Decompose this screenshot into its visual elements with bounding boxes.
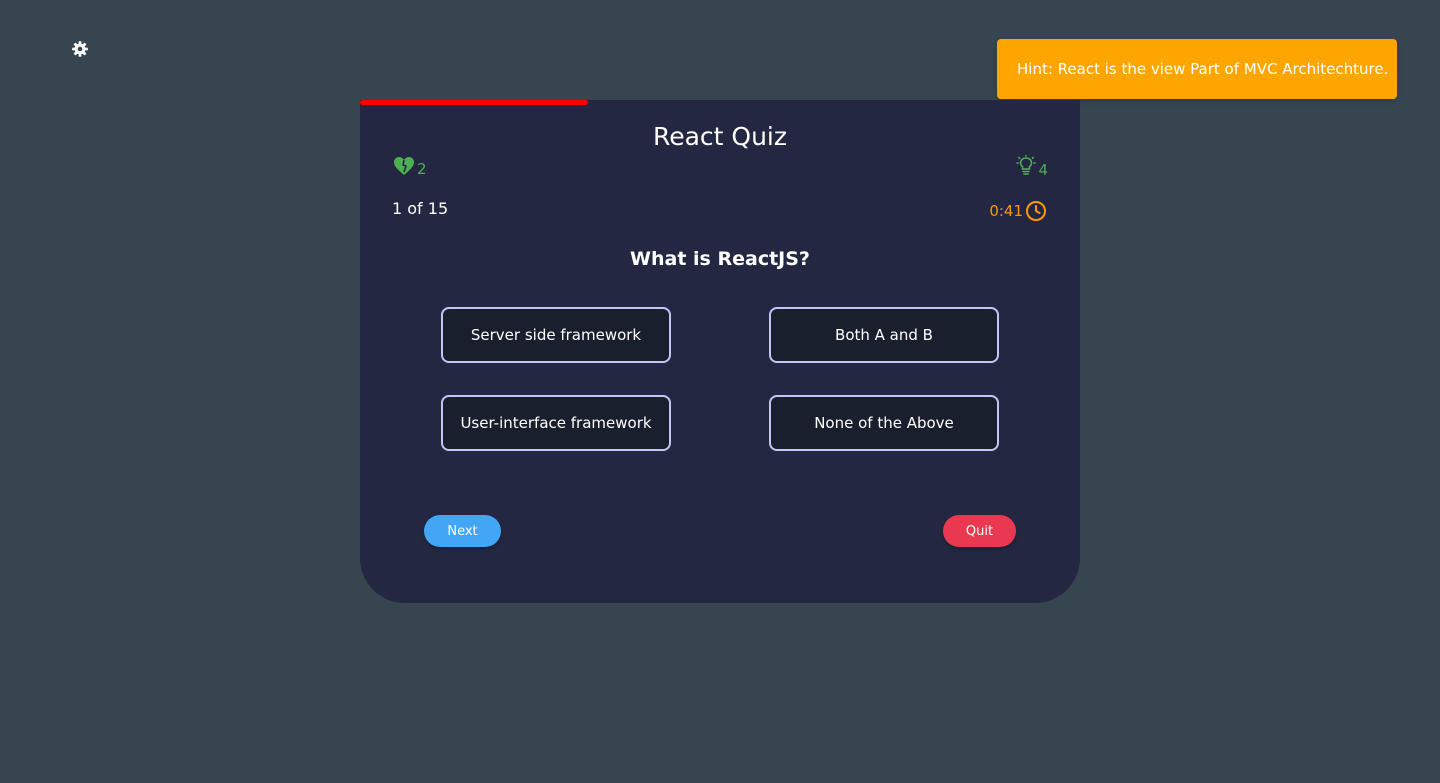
option-d[interactable]: None of the Above [769,395,999,451]
timer-value: 0:41 [989,202,1023,220]
hint-toast[interactable]: Hint: React is the view Part of MVC Arch… [997,39,1397,99]
heart-icon [394,157,414,175]
option-a[interactable]: Server side framework [441,307,671,363]
next-button[interactable]: Next [424,515,501,547]
lifelines-count: 2 [417,160,427,178]
hints-count: 4 [1038,161,1048,179]
progress-bar [360,100,588,105]
lifelines-indicator[interactable]: 2 [393,156,427,178]
lightbulb-icon [1016,155,1037,175]
quit-button[interactable]: Quit [943,515,1016,547]
option-c[interactable]: User-interface framework [441,395,671,451]
hints-indicator[interactable]: 4 [1014,155,1048,179]
question-text: What is ReactJS? [630,248,810,270]
quiz-title: React Quiz [652,122,788,151]
quiz-card: React Quiz 2 4 1 of 15 0:41 What is Reac… [360,100,1080,603]
timer: 0:41 [989,200,1047,222]
clock-icon [1026,201,1046,221]
option-b[interactable]: Both A and B [769,307,999,363]
question-counter: 1 of 15 [392,199,449,218]
settings-button[interactable] [70,39,90,59]
gear-icon [72,41,88,57]
